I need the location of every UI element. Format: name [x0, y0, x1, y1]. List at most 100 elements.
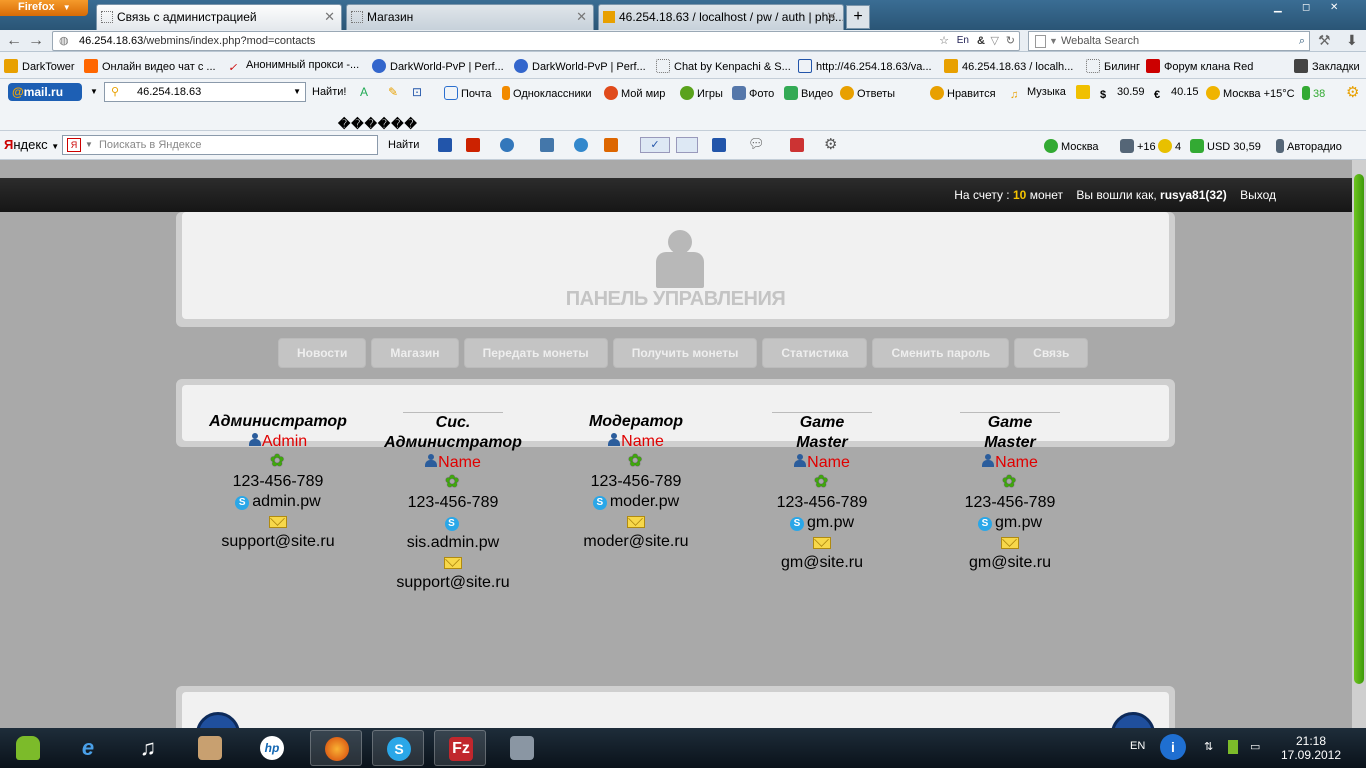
ampersand-icon[interactable]: & [977, 32, 985, 50]
yandex-weather[interactable]: +16 [1120, 139, 1156, 153]
toolbar-icon[interactable] [438, 138, 452, 152]
bookmark-item[interactable]: Закладки [1294, 59, 1360, 73]
bookmark-star-icon[interactable]: ☆ [939, 32, 949, 50]
settings-gear-icon[interactable]: ⚙ [824, 135, 837, 153]
toolbar-icon[interactable] [500, 138, 514, 152]
taskbar-android-app[interactable] [2, 730, 54, 766]
android-tray-icon[interactable] [1228, 740, 1238, 754]
taskbar-filezilla[interactable]: Fz [434, 730, 486, 766]
mailru-item[interactable]: Видео [784, 86, 833, 100]
mailru-item[interactable]: Игры [680, 86, 723, 100]
mailru-item[interactable]: ♫ Музыка [1010, 86, 1066, 103]
close-icon[interactable]: ✕ [826, 5, 837, 29]
mailru-item-weather[interactable]: Москва +15°C [1206, 86, 1295, 100]
bookmark-item[interactable]: Chat by Kenpachi & S... [656, 59, 791, 73]
toolbar-icon[interactable] [790, 138, 804, 152]
zoom-icon[interactable]: ⊡ [412, 85, 422, 99]
taskbar-scanner[interactable] [184, 730, 236, 766]
tab-shop[interactable]: Магазин ✕ [346, 4, 594, 30]
bookmark-item[interactable]: Билинг [1086, 59, 1140, 73]
taskbar-skype[interactable]: S [372, 730, 424, 766]
toolbar-icon[interactable] [604, 138, 618, 152]
yandex-find-button[interactable]: Найти [388, 139, 419, 151]
taskbar-hp-app[interactable]: hp [246, 730, 298, 766]
network-icon[interactable]: ⇅ [1204, 740, 1213, 753]
scrollbar-thumb[interactable] [1354, 174, 1364, 684]
yandex-logo[interactable]: Яндекс ▼ [4, 137, 59, 152]
mailru-search-input[interactable]: ⚲ 46.254.18.63 ▼ [104, 82, 306, 102]
battery-icon[interactable]: ▭ [1250, 740, 1260, 753]
menu-news-button[interactable]: Новости [278, 338, 367, 368]
minimize-icon[interactable]: ▁ [1274, 2, 1282, 13]
menu-change-password-button[interactable]: Сменить пароль [872, 338, 1010, 368]
close-icon[interactable]: ✕ [324, 5, 335, 29]
mailru-find-button[interactable]: Найти! [312, 86, 346, 98]
logout-link[interactable]: Выход [1240, 188, 1276, 202]
search-icon[interactable]: ⌕ [1299, 32, 1305, 50]
url-bar[interactable]: ◍ 46.254.18.63/webmins/index.php?mod=con… [52, 31, 1020, 51]
reload-icon[interactable]: ↻ [1006, 32, 1015, 50]
toolbar-icon[interactable] [466, 138, 480, 152]
mailru-item[interactable]: Ответы [840, 86, 895, 100]
mailru-item[interactable]: Фото [732, 86, 774, 100]
dropdown-icon[interactable]: ▼ [293, 83, 301, 101]
font-size-icon[interactable]: A [360, 85, 368, 99]
translate-icon[interactable]: En [957, 32, 969, 50]
search-bar[interactable]: ▼ Webalta Search ⌕ [1028, 31, 1310, 51]
bookmark-item[interactable]: 46.254.18.63 / localh... [944, 59, 1073, 73]
close-window-icon[interactable]: ✕ [1330, 2, 1338, 13]
bookmark-item[interactable]: Форум клана Red [1146, 59, 1253, 73]
settings-gear-icon[interactable]: ⚙ [1346, 83, 1359, 101]
speech-bubble-icon[interactable]: 💬︎ [748, 136, 765, 152]
spellcheck-icon[interactable]: ✓ [640, 137, 670, 153]
firefox-menu-button[interactable]: Firefox ▼ [0, 0, 88, 16]
mailru-item[interactable]: Мой мир [604, 86, 665, 100]
download-arrow-icon[interactable]: ⬇ [1346, 32, 1358, 49]
mailru-item[interactable]: Нравится [930, 86, 996, 100]
yandex-city[interactable]: Москва [1044, 139, 1099, 153]
bookmark-item[interactable]: DarkWorld-PvP | Perf... [372, 59, 504, 73]
forward-arrow-icon[interactable]: → [28, 32, 44, 50]
bookmark-item[interactable]: Онлайн видео чат с ... [84, 59, 216, 73]
restore-icon[interactable]: ◻ [1302, 2, 1310, 13]
bookmark-item[interactable]: DarkWorld-PvP | Perf... [514, 59, 646, 73]
menu-transfer-coins-button[interactable]: Передать монеты [463, 338, 608, 368]
tools-icon[interactable]: ⚒ [1318, 32, 1331, 49]
chevron-down-icon[interactable]: ▼ [90, 87, 98, 96]
yandex-traffic[interactable]: 4 [1158, 139, 1181, 153]
menu-get-coins-button[interactable]: Получить монеты [612, 338, 758, 368]
taskbar-music-player[interactable]: ♫ [122, 730, 174, 766]
bookmark-item[interactable]: ✓ Анонимный прокси -... [228, 59, 359, 75]
mailru-item-usd[interactable]: $30.59 [1100, 86, 1145, 103]
page-scrollbar[interactable] [1352, 160, 1366, 728]
tab-contacts[interactable]: Связь с администрацией ✕ [96, 4, 342, 30]
yandex-currency[interactable]: USD 30,59 [1190, 139, 1261, 153]
info-icon[interactable]: i [1160, 734, 1186, 760]
taskbar-internet-explorer[interactable]: e [62, 730, 114, 766]
toolbar-icon[interactable] [712, 138, 726, 152]
notification-icon[interactable] [1076, 85, 1090, 99]
translate-icon[interactable] [676, 137, 698, 153]
yandex-radio[interactable]: Авторадио [1276, 139, 1342, 153]
tab-phpmyadmin[interactable]: 46.254.18.63 / localhost / pw / auth | p… [598, 4, 844, 30]
dropdown-icon[interactable]: ▼ [1049, 32, 1058, 50]
mailru-item-traffic[interactable]: 38 [1302, 86, 1325, 100]
taskbar-file-explorer[interactable] [496, 730, 548, 766]
taskbar-clock[interactable]: 21:18 17.09.2012 [1276, 734, 1346, 762]
toolbar-icon[interactable] [574, 138, 588, 152]
bookmark-item[interactable]: http://46.254.18.63/va... [798, 59, 932, 73]
mailru-logo[interactable]: @mail.ru [8, 83, 82, 101]
language-indicator[interactable]: EN [1130, 740, 1145, 752]
back-arrow-icon[interactable]: ← [6, 32, 22, 50]
highlight-icon[interactable]: ✎ [388, 85, 398, 99]
yandex-search-input[interactable]: Я ▼ Поискать в Яндексе [62, 135, 378, 155]
menu-statistics-button[interactable]: Статистика [762, 338, 868, 368]
mailru-item[interactable]: Одноклассники [502, 86, 592, 100]
mailru-item[interactable]: Почта [444, 86, 492, 100]
new-tab-button[interactable]: + [846, 5, 870, 29]
menu-contact-button[interactable]: Связь [1014, 338, 1089, 368]
close-icon[interactable]: ✕ [576, 5, 587, 29]
toolbar-icon[interactable] [540, 138, 554, 152]
bookmark-item[interactable]: DarkTower [4, 59, 75, 73]
dropdown-icon[interactable]: ▽ [991, 32, 999, 50]
